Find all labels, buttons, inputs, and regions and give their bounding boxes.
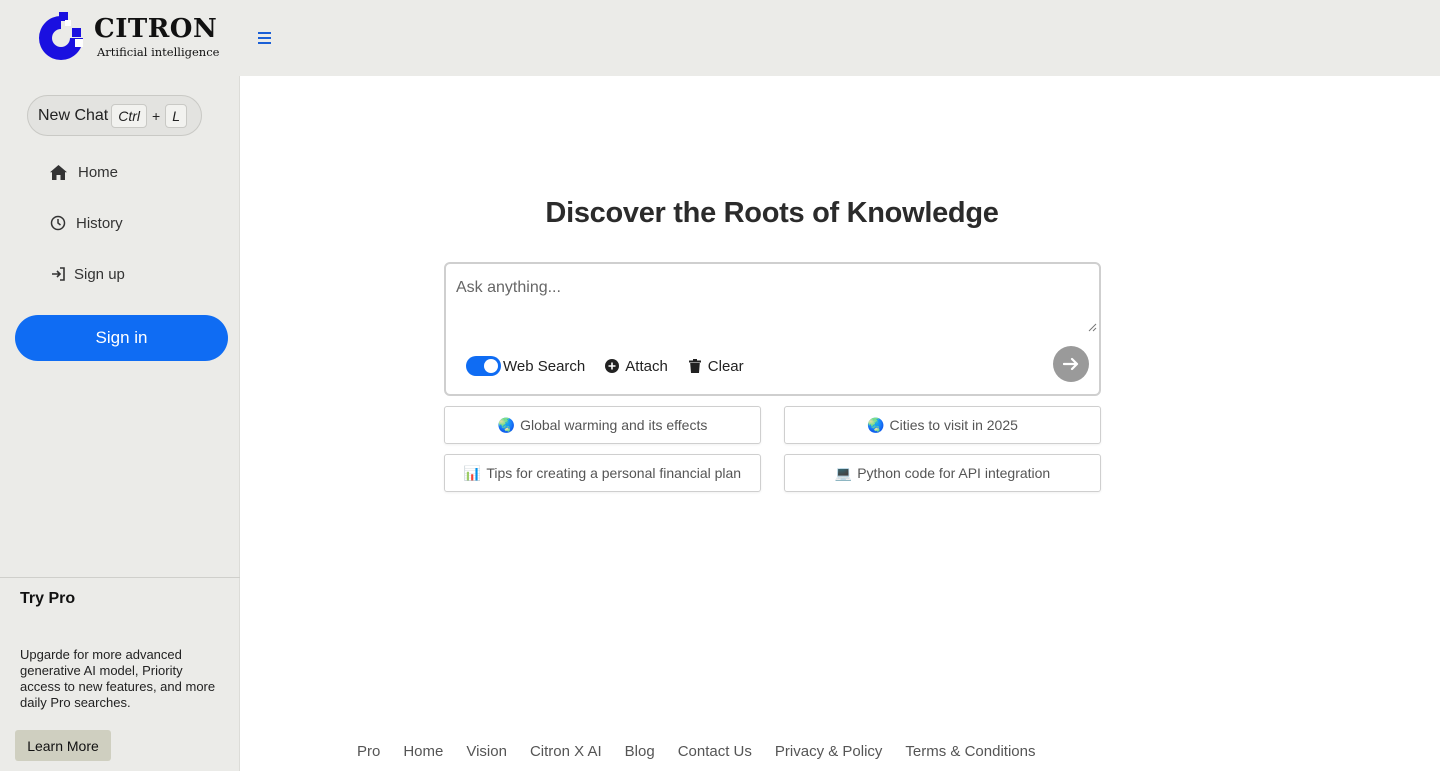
shortcut-key-l: L <box>165 103 188 128</box>
trash-icon <box>688 359 702 373</box>
brand-tagline: Artificial intelligence <box>97 45 220 59</box>
sidebar-item-label: History <box>76 214 123 232</box>
resize-grip-icon[interactable] <box>1087 322 1097 332</box>
laptop-icon: 💻 <box>834 464 853 481</box>
chart-icon: 📊 <box>463 464 482 481</box>
ask-toolbar: Web Search Attach Clear <box>466 355 744 377</box>
suggestion-text: Python code for API integration <box>857 465 1051 481</box>
suggestion-chip[interactable]: 🌏 Global warming and its effects <box>444 406 761 444</box>
shortcut-plus: + <box>152 107 161 124</box>
ask-box: Web Search Attach Clear <box>444 262 1101 396</box>
learn-more-button[interactable]: Learn More <box>15 730 111 761</box>
attach-button[interactable]: Attach <box>605 358 668 375</box>
home-icon <box>48 162 68 182</box>
sidebar-item-label: Sign up <box>74 265 125 283</box>
sign-in-arrow-icon <box>48 264 68 284</box>
web-search-label: Web Search <box>503 357 586 375</box>
clear-label: Clear <box>707 357 744 375</box>
footer-link-vision[interactable]: Vision <box>466 743 507 760</box>
suggestion-text: Global warming and its effects <box>520 417 708 433</box>
globe-icon: 🌏 <box>497 416 516 433</box>
brand-logo[interactable]: CITRON Artificial intelligence <box>32 8 222 68</box>
menu-icon[interactable] <box>255 28 275 48</box>
footer-link-terms-conditions[interactable]: Terms & Conditions <box>905 743 1035 760</box>
arrow-right-icon <box>1063 357 1079 371</box>
new-chat-button[interactable]: New Chat Ctrl + L <box>27 95 202 136</box>
footer-link-home[interactable]: Home <box>403 743 443 760</box>
sidebar-item-home[interactable]: Home <box>48 160 118 184</box>
web-search-toggle[interactable] <box>466 356 501 376</box>
plus-circle-icon <box>605 359 620 373</box>
try-pro-title: Try Pro <box>20 590 76 607</box>
clear-button[interactable]: Clear <box>688 358 744 375</box>
sidebar-item-history[interactable]: History <box>48 211 123 235</box>
footer-link-privacy-policy[interactable]: Privacy & Policy <box>775 743 883 760</box>
sign-in-button[interactable]: Sign in <box>15 315 228 361</box>
suggestion-text: Cities to visit in 2025 <box>889 417 1018 433</box>
suggestion-chip[interactable]: 🌏 Cities to visit in 2025 <box>784 406 1101 444</box>
globe-icon: 🌏 <box>867 416 885 433</box>
footer-link-blog[interactable]: Blog <box>625 743 655 760</box>
sidebar-item-label: Home <box>78 163 119 181</box>
sidebar: New Chat Ctrl + L Home History Sign up S… <box>0 76 240 771</box>
suggestion-chip[interactable]: 💻 Python code for API integration <box>784 454 1101 492</box>
footer-link-contact-us[interactable]: Contact Us <box>678 743 752 760</box>
shortcut-key-ctrl: Ctrl <box>111 103 148 128</box>
send-button[interactable] <box>1053 346 1089 382</box>
footer-link-citron-x-ai[interactable]: Citron X AI <box>530 743 602 760</box>
divider <box>0 577 240 578</box>
sidebar-item-sign-up[interactable]: Sign up <box>48 262 125 286</box>
top-bar: CITRON Artificial intelligence <box>0 0 1440 76</box>
footer-nav: Pro Home Vision Citron X AI Blog Contact… <box>357 743 1058 760</box>
main-content: Discover the Roots of Knowledge Web Sear… <box>241 76 1440 771</box>
footer-link-pro[interactable]: Pro <box>357 743 380 760</box>
try-pro-description: Upgarde for more advanced generative AI … <box>20 647 216 710</box>
citron-logo-icon <box>39 12 83 60</box>
clock-icon <box>48 213 68 233</box>
ask-input[interactable] <box>456 276 1076 300</box>
suggestion-chip[interactable]: 📊 Tips for creating a personal financial… <box>444 454 761 492</box>
suggestion-text: Tips for creating a personal financial p… <box>486 465 742 481</box>
new-chat-label: New Chat <box>38 106 109 124</box>
page-title: Discover the Roots of Knowledge <box>545 197 999 229</box>
brand-name: CITRON <box>94 14 218 44</box>
attach-label: Attach <box>625 357 668 375</box>
